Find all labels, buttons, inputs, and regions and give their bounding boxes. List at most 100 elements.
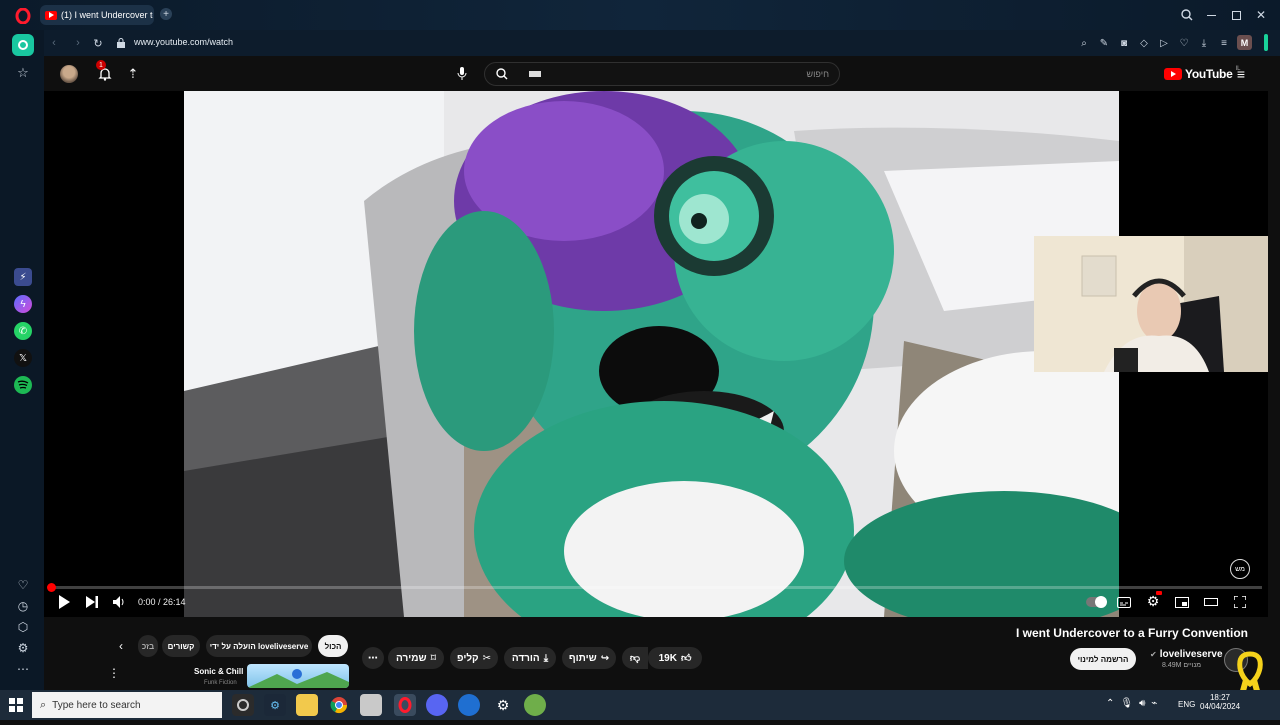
mic-icon[interactable] <box>452 64 472 84</box>
clock[interactable]: 18:27 04/04/2024 <box>1200 693 1240 711</box>
search-input[interactable]: חיפוש <box>807 69 829 79</box>
subtitles-icon[interactable] <box>1116 594 1132 610</box>
app-icon[interactable]: ⚡ <box>14 268 32 286</box>
url-field[interactable]: www.youtube.com/watch <box>134 37 233 47</box>
taskbar-search-box[interactable]: ⌕ Type here to search <box>32 692 222 718</box>
chip-all[interactable]: הכול <box>318 635 348 657</box>
download-icon[interactable]: ⤓ <box>1198 37 1210 49</box>
taskbar-app-green-icon[interactable] <box>524 694 546 716</box>
back-icon[interactable]: ‹ <box>48 36 60 50</box>
taskbar-app-shield-icon[interactable] <box>360 694 382 716</box>
chips-left-arrow-icon[interactable]: ‹ <box>114 639 128 653</box>
thumbs-up-icon: 👍︎ <box>680 653 692 664</box>
youtube-logo-icon <box>1164 68 1182 80</box>
close-icon[interactable]: ✕ <box>1254 8 1268 22</box>
tab-active[interactable]: (1) I went Undercover to a <box>40 5 154 25</box>
new-tab-icon[interactable]: + <box>160 8 172 20</box>
tray-network-icon[interactable]: ⌁ <box>1151 698 1157 709</box>
more-sidebar-icon[interactable]: ⋯ <box>14 660 32 678</box>
search-icon[interactable] <box>485 63 519 85</box>
progress-scrubber[interactable] <box>47 583 56 592</box>
camera-icon[interactable]: ◙ <box>1118 37 1130 49</box>
chip-related[interactable]: קשורים <box>162 635 200 657</box>
sidebar-toggle[interactable] <box>1264 34 1268 51</box>
aria-icon[interactable] <box>12 34 34 56</box>
channel-name-row[interactable]: ✔ loveliveserve <box>1150 649 1223 660</box>
channel-name[interactable]: loveliveserve <box>1160 649 1223 660</box>
video-player[interactable]: מש 0:00 / 26:14 ⚙ <box>44 91 1268 617</box>
taskbar-app-explorer-icon[interactable] <box>296 694 318 716</box>
miniplayer-icon[interactable] <box>1174 594 1190 610</box>
menu-icon[interactable]: ≡ <box>1218 37 1230 49</box>
tray-chevron-icon[interactable]: ⌃ <box>1106 698 1114 709</box>
subtitles-badge[interactable]: מש <box>1230 559 1250 579</box>
cube-icon[interactable]: ⬡ <box>14 618 32 636</box>
save-button[interactable]: שמירה ⌑ <box>388 647 444 669</box>
taskbar-app-steam-icon[interactable]: ⚙ <box>264 694 286 716</box>
taskbar-app-discord-icon[interactable] <box>426 694 448 716</box>
clip-button[interactable]: קליפ ✂ <box>450 647 498 669</box>
profile-avatar[interactable]: M <box>1237 35 1252 50</box>
forward-icon[interactable]: › <box>72 36 84 50</box>
star-icon[interactable]: ☆ <box>14 64 32 82</box>
share-icon: ↪ <box>600 652 610 664</box>
whatsapp-icon[interactable]: ✆ <box>14 322 32 340</box>
address-bar-tools: ⌕ ✎ ◙ ◇ ▷ ♡ ⤓ ≡ <box>1078 36 1238 50</box>
recommended-title[interactable]: Sonic & Chill <box>194 667 243 676</box>
hamburger-menu-icon[interactable]: ≡ <box>1232 65 1250 83</box>
taskbar-app-obs-icon[interactable] <box>232 694 254 716</box>
tray-volume-icon[interactable]: 🔊︎ <box>1139 698 1145 709</box>
search-box[interactable]: חיפוש <box>484 62 840 86</box>
minimize-icon[interactable] <box>1204 8 1218 22</box>
video-frame[interactable] <box>184 91 1119 617</box>
address-bar: ‹ › ↻ www.youtube.com/watch ⌕ ✎ ◙ ◇ ▷ ♡ … <box>0 30 1280 56</box>
volume-icon[interactable] <box>111 594 127 610</box>
play-icon[interactable] <box>56 594 72 610</box>
fullscreen-icon[interactable] <box>1232 594 1248 610</box>
download-button[interactable]: הורדה ⤓ <box>504 647 556 669</box>
heart-icon[interactable]: ♡ <box>1178 37 1190 49</box>
like-button[interactable]: 19K 👍︎ <box>648 647 702 669</box>
shield-icon[interactable]: ◇ <box>1138 37 1150 49</box>
x-icon[interactable]: 𝕏 <box>14 349 32 367</box>
player-icon[interactable]: ▷ <box>1158 37 1170 49</box>
youtube-logo[interactable]: YouTube IL <box>1164 66 1240 82</box>
tray-language[interactable]: ENG <box>1178 700 1195 709</box>
history-icon[interactable]: ◷ <box>14 597 32 615</box>
taskbar-app-c-icon[interactable] <box>458 694 480 716</box>
tray-mic-icon[interactable]: 🎙︎ <box>1120 698 1133 709</box>
chip-uploaded-by[interactable]: הועלה על ידי loveliveserve <box>206 635 312 657</box>
heart-sidebar-icon[interactable]: ♡ <box>14 576 32 594</box>
taskbar-app-settings-icon[interactable]: ⚙ <box>492 694 514 716</box>
spotify-icon[interactable] <box>14 376 32 394</box>
recommended-channel: Funk Fiction <box>204 680 237 686</box>
next-icon[interactable] <box>84 594 100 610</box>
upload-icon[interactable]: ⇡ <box>124 65 142 83</box>
settings-icon[interactable]: ⚙ <box>14 639 32 657</box>
progress-track[interactable] <box>47 583 1262 592</box>
taskbar-app-chrome-icon[interactable] <box>328 694 350 716</box>
like-count: 19K <box>658 652 677 664</box>
chip-partial[interactable]: בזכ <box>138 635 158 657</box>
tab-search-icon[interactable] <box>1180 8 1194 22</box>
share-button[interactable]: שיתוף ↪ <box>562 647 616 669</box>
windows-start-icon[interactable] <box>8 697 24 713</box>
reload-icon[interactable]: ↻ <box>92 36 104 50</box>
avatar[interactable] <box>60 65 78 83</box>
more-actions-button[interactable]: ⋯ <box>362 647 384 669</box>
messenger-icon[interactable]: ϟ <box>14 295 32 313</box>
subscribe-button[interactable]: הרשמה למינוי <box>1070 648 1136 670</box>
opera-logo-icon[interactable] <box>14 7 32 25</box>
keyboard-icon[interactable] <box>529 71 541 77</box>
recommended-more-icon[interactable]: ⋮ <box>108 666 120 680</box>
autoplay-toggle[interactable] <box>1086 596 1107 608</box>
settings-gear-icon[interactable]: ⚙ <box>1145 593 1161 609</box>
maximize-icon[interactable] <box>1229 8 1243 22</box>
zoom-icon[interactable]: ⌕ <box>1078 37 1090 49</box>
taskbar-app-opera-icon[interactable] <box>394 694 416 716</box>
edit-icon[interactable]: ✎ <box>1098 37 1110 49</box>
taskbar-search-input[interactable]: Type here to search <box>52 700 140 711</box>
dislike-button[interactable]: 👎︎ <box>622 647 648 669</box>
recommended-thumbnail[interactable] <box>247 664 349 688</box>
theater-mode-icon[interactable] <box>1203 594 1219 610</box>
